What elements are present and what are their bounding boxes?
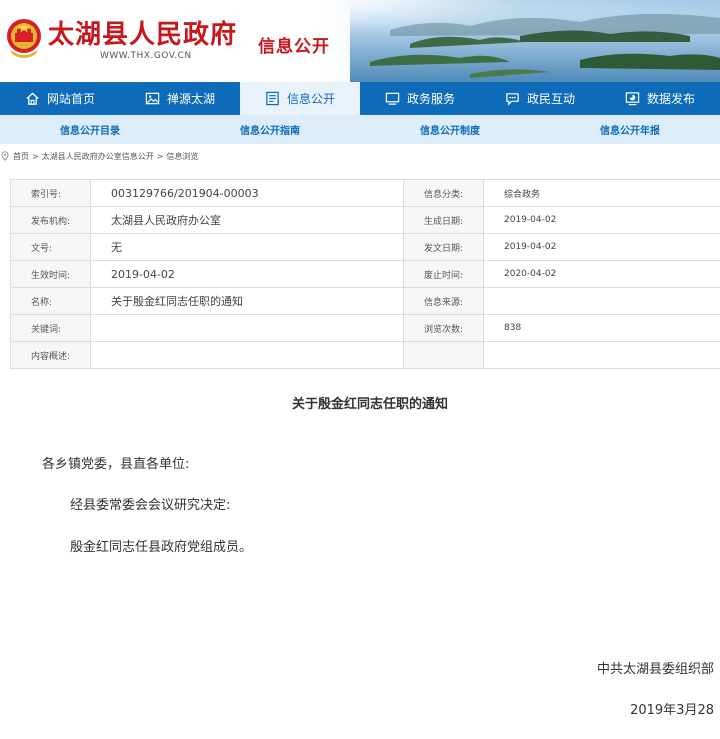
table-row: 内容概述: xyxy=(10,341,720,369)
label-keywords: 关键词: xyxy=(10,314,91,342)
image-icon xyxy=(145,92,160,105)
nav-home[interactable]: 网站首页 xyxy=(0,82,120,115)
label-created-date: 生成日期: xyxy=(403,206,484,234)
table-row: 名称: 关于殷金红同志任职的通知 信息来源: xyxy=(10,287,720,315)
breadcrumb-current: 信息浏览 xyxy=(166,151,199,161)
document-list-icon xyxy=(266,91,279,106)
breadcrumb-separator: > xyxy=(156,151,164,161)
document-info-table: 索引号: 003129766/201904-00003 信息分类: 综合政务 发… xyxy=(10,179,720,369)
monitor-icon xyxy=(385,92,400,105)
breadcrumb-office-info[interactable]: 太湖县人民政府办公室信息公开 xyxy=(42,151,154,162)
label-issue-date: 发文日期: xyxy=(403,233,484,261)
table-row: 索引号: 003129766/201904-00003 信息分类: 综合政务 xyxy=(10,179,720,207)
label-name: 名称: xyxy=(10,287,91,315)
nav-data-release[interactable]: 数据发布 xyxy=(600,82,720,115)
value-index-no: 003129766/201904-00003 xyxy=(90,179,404,207)
value-category: 综合政务 xyxy=(483,179,720,207)
lake-scenery-banner xyxy=(350,0,720,82)
label-expiry-date: 废止时间: xyxy=(403,260,484,288)
breadcrumb-separator: > xyxy=(32,151,39,161)
article-paragraph: 殷金红同志任县政府党组成员。 xyxy=(70,540,253,555)
label-category: 信息分类: xyxy=(403,179,484,207)
signature-date: 2019年3月28 xyxy=(630,703,714,718)
value-name: 关于殷金红同志任职的通知 xyxy=(90,287,404,315)
article-paragraph: 经县委常委会会议研究决定: xyxy=(70,498,231,513)
site-header: 太湖县人民政府 WWW.THX.GOV.CN 信息公开 xyxy=(0,0,720,82)
national-emblem-icon xyxy=(7,19,41,58)
value-effective-date: 2019-04-02 xyxy=(90,260,404,288)
nav-gov-services-label: 政务服务 xyxy=(406,92,455,106)
nav-interaction[interactable]: 政民互动 xyxy=(480,82,600,115)
location-pin-icon xyxy=(1,151,9,161)
breadcrumb-home[interactable]: 首页 xyxy=(13,151,29,162)
nav-info-public-label: 信息公开 xyxy=(286,92,335,106)
value-expiry-date: 2020-04-02 xyxy=(483,260,720,288)
nav-chanyuan-label: 禅源太湖 xyxy=(166,92,215,106)
label-summary: 内容概述: xyxy=(10,341,91,369)
nav-info-public[interactable]: 信息公开 xyxy=(240,82,360,115)
value-created-date: 2019-04-02 xyxy=(483,206,720,234)
label-publisher: 发布机构: xyxy=(10,206,91,234)
site-url: WWW.THX.GOV.CN xyxy=(100,51,192,61)
nav-home-label: 网站首页 xyxy=(46,92,95,106)
sub-nav: 信息公开目录 信息公开指南 信息公开制度 信息公开年报 xyxy=(0,115,720,144)
nav-interaction-label: 政民互动 xyxy=(526,92,575,106)
value-view-count: 838 xyxy=(483,314,720,342)
value-source xyxy=(483,287,720,315)
value-keywords xyxy=(90,314,404,342)
chat-icon xyxy=(506,93,519,106)
nav-gov-services[interactable]: 政务服务 xyxy=(360,82,480,115)
signature-organization: 中共太湖县委组织部 xyxy=(596,662,714,677)
value-issue-date: 2019-04-02 xyxy=(483,233,720,261)
label-empty xyxy=(403,341,484,369)
label-doc-no: 文号: xyxy=(10,233,91,261)
breadcrumb: 首页 > 太湖县人民政府办公室信息公开 > 信息浏览 xyxy=(0,148,198,164)
label-effective-date: 生效时间: xyxy=(10,260,91,288)
subnav-rules[interactable]: 信息公开制度 xyxy=(360,115,540,144)
table-row: 发布机构: 太湖县人民政府办公室 生成日期: 2019-04-02 xyxy=(10,206,720,234)
table-row: 关键词: 浏览次数: 838 xyxy=(10,314,720,342)
subnav-guide[interactable]: 信息公开指南 xyxy=(180,115,360,144)
table-row: 文号: 无 发文日期: 2019-04-02 xyxy=(10,233,720,261)
value-publisher: 太湖县人民政府办公室 xyxy=(90,206,404,234)
value-summary xyxy=(90,341,404,369)
subnav-annual-report[interactable]: 信息公开年报 xyxy=(540,115,720,144)
section-slogan: 信息公开 xyxy=(258,37,330,57)
article-title: 关于殷金红同志任职的通知 xyxy=(291,397,448,412)
article-salutation: 各乡镇党委，县直各单位: xyxy=(42,457,190,472)
nav-data-release-label: 数据发布 xyxy=(646,92,695,106)
home-icon xyxy=(26,92,39,105)
label-source: 信息来源: xyxy=(403,287,484,315)
site-name[interactable]: 太湖县人民政府 xyxy=(48,14,237,51)
label-index-no: 索引号: xyxy=(10,179,91,207)
main-nav: 网站首页 禅源太湖 信息公开 政务服务 政民互动 数据发布 xyxy=(0,82,720,115)
data-release-icon xyxy=(625,92,640,106)
label-view-count: 浏览次数: xyxy=(403,314,484,342)
nav-chanyuan-taihu[interactable]: 禅源太湖 xyxy=(120,82,240,115)
value-empty xyxy=(483,341,720,369)
subnav-catalog[interactable]: 信息公开目录 xyxy=(0,115,180,144)
table-row: 生效时间: 2019-04-02 废止时间: 2020-04-02 xyxy=(10,260,720,288)
value-doc-no: 无 xyxy=(90,233,404,261)
